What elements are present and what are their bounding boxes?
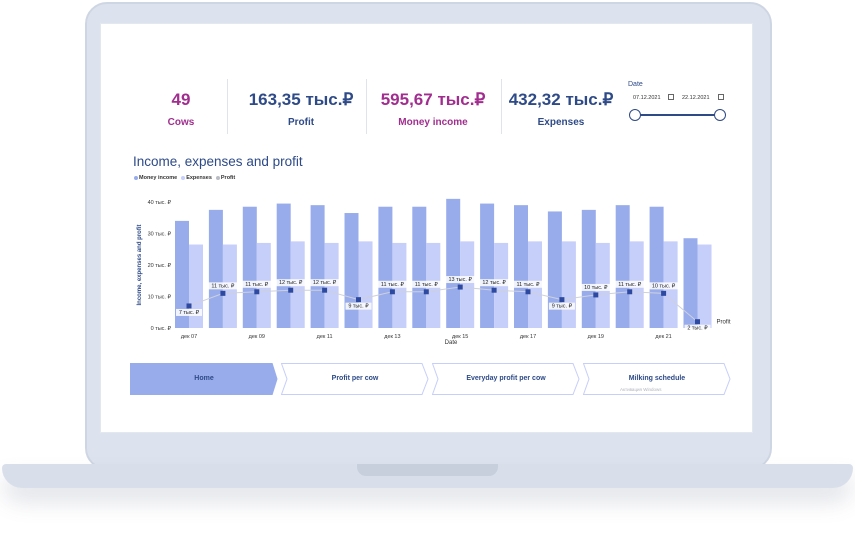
profit-data-label: 12 тыс. ₽ <box>279 279 303 286</box>
bar-expenses <box>561 241 576 328</box>
bar-expenses <box>697 244 712 328</box>
nav-home-button[interactable]: Home <box>130 363 278 395</box>
x-tick-label: дек 07 <box>181 334 197 340</box>
profit-data-label: 11 тыс. ₽ <box>415 281 439 288</box>
profit-data-label: 11 тыс. ₽ <box>618 281 642 288</box>
nav-profit-per-cow-label: Profit per cow <box>331 375 379 382</box>
profit-data-label: 12 тыс. ₽ <box>313 279 337 286</box>
bar-money-income <box>547 211 562 328</box>
bar-money-income <box>344 213 359 328</box>
profit-marker <box>525 289 531 295</box>
income-expenses-profit-chart: 0 тыс. ₽ 10 тыс. ₽ 20 тыс. ₽ 30 тыс. ₽ 40 ты… <box>137 198 731 346</box>
profit-data-label: 9 тыс. ₽ <box>348 303 369 310</box>
profit-data-label: 13 тыс. ₽ <box>448 276 472 283</box>
bar-money-income <box>276 203 291 328</box>
profit-marker <box>661 290 667 296</box>
y-tick-label: 10 тыс. ₽ <box>148 294 172 301</box>
x-tick-label: дек 11 <box>317 334 333 340</box>
x-tick-label: дек 13 <box>384 334 400 340</box>
y-tick-label: 0 тыс. ₽ <box>151 325 172 332</box>
profit-marker <box>254 289 260 295</box>
x-tick-label: дек 19 <box>588 334 604 340</box>
x-tick-label: дек 09 <box>249 334 265 340</box>
profit-marker <box>423 289 429 295</box>
x-tick-label: дек 21 <box>655 334 671 340</box>
profit-marker <box>288 287 294 293</box>
bar-money-income <box>242 206 257 328</box>
y-tick-label: 20 тыс. ₽ <box>148 262 172 269</box>
nav-profit-per-cow-button[interactable]: Profit per cow <box>281 363 429 395</box>
x-axis-title: Date <box>445 340 458 346</box>
profit-data-label: 2 тыс. ₽ <box>687 325 708 332</box>
laptop-notch <box>357 464 498 476</box>
profit-marker <box>627 289 633 295</box>
profit-data-label: 7 тыс. ₽ <box>179 309 200 316</box>
profit-series-end-label: Profit <box>717 320 731 326</box>
y-tick-label: 40 тыс. ₽ <box>148 199 172 206</box>
profit-data-label: 11 тыс. ₽ <box>211 282 235 289</box>
profit-data-label: 11 тыс. ₽ <box>516 281 540 288</box>
nav-everyday-profit-button[interactable]: Everyday profit per cow <box>432 363 580 395</box>
bar-expenses <box>358 241 373 328</box>
profit-marker <box>356 297 361 303</box>
bar-money-income <box>378 206 393 328</box>
profit-marker <box>457 284 463 290</box>
y-tick-label: 30 тыс. ₽ <box>148 231 172 238</box>
dashboard-screen: 49 Cows 163,35 тыс.₽ Profit 595,67 тыс.₽… <box>100 23 753 433</box>
profit-marker <box>220 290 226 296</box>
profit-data-label: 11 тыс. ₽ <box>245 281 269 288</box>
profit-marker <box>491 287 497 293</box>
profit-data-label: 10 тыс. ₽ <box>652 282 676 289</box>
nav-everyday-profit-label: Everyday profit per cow <box>466 375 546 382</box>
bar-money-income <box>683 238 698 328</box>
profit-marker <box>186 303 192 309</box>
bar-money-income <box>514 205 528 328</box>
bar-money-income <box>581 209 596 328</box>
bar-money-income <box>208 209 223 328</box>
profit-marker <box>695 319 700 325</box>
profit-data-label: 12 тыс. ₽ <box>482 279 506 286</box>
bar-money-income <box>480 203 495 328</box>
windows-activation-watermark: Активация Windows <box>620 387 662 392</box>
y-axis-title: Income, expenses and profit <box>137 224 143 305</box>
x-tick-label: дек 17 <box>520 334 536 340</box>
profit-data-label: 9 тыс. ₽ <box>552 303 573 310</box>
bar-money-income <box>649 206 664 328</box>
bar-money-income <box>310 205 325 328</box>
bar-money-income <box>615 205 630 328</box>
profit-marker <box>322 287 328 293</box>
profit-marker <box>389 289 395 295</box>
bar-money-income <box>412 206 427 328</box>
profit-marker <box>593 292 599 298</box>
profit-marker <box>559 297 565 303</box>
profit-data-label: 11 тыс. ₽ <box>381 281 405 288</box>
bar-money-income <box>446 198 461 328</box>
profit-data-label: 10 тыс. ₽ <box>584 284 608 291</box>
nav-home-label: Home <box>194 375 214 382</box>
